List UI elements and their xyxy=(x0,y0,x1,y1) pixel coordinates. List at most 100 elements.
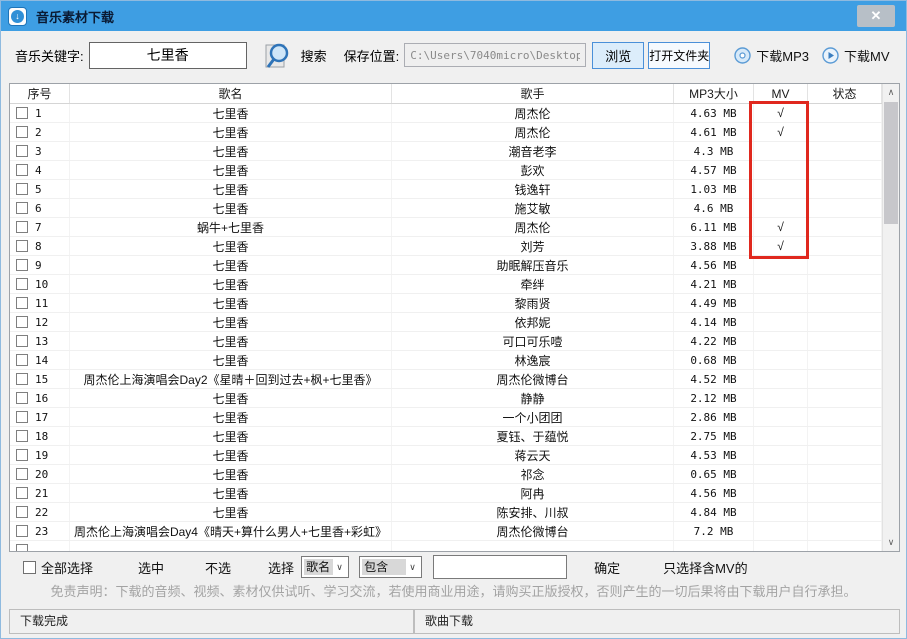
open-folder-button[interactable]: 打开文件夹 xyxy=(648,42,710,69)
table-row[interactable]: 6七里香施艾敏4.6 MB xyxy=(10,199,882,218)
scroll-down-icon[interactable]: ∨ xyxy=(883,534,899,551)
row-number: 19 xyxy=(35,449,48,462)
mp3-size-cell: 1.03 MB xyxy=(674,180,754,198)
row-checkbox[interactable] xyxy=(16,468,28,480)
row-checkbox[interactable] xyxy=(16,297,28,309)
row-checkbox[interactable] xyxy=(16,202,28,214)
mp3-size-cell: 4.3 MB xyxy=(674,142,754,160)
row-checkbox[interactable] xyxy=(16,145,28,157)
table-row[interactable]: 4七里香彭欢4.57 MB xyxy=(10,161,882,180)
row-checkbox[interactable] xyxy=(16,373,28,385)
row-checkbox[interactable] xyxy=(16,221,28,233)
table-row[interactable]: 14七里香林逸宸0.68 MB xyxy=(10,351,882,370)
column-header[interactable]: 状态 xyxy=(808,84,882,103)
row-checkbox[interactable] xyxy=(16,259,28,271)
song-name-cell: 七里香 xyxy=(70,484,392,502)
toolbar: 音乐关键字: 搜索 保存位置: 浏览 打开文件夹 下载MP3 xyxy=(1,31,906,79)
table-row[interactable]: 3七里香潮音老李4.3 MB xyxy=(10,142,882,161)
table-row[interactable]: 18七里香夏钰、于蕴悦2.75 MB xyxy=(10,427,882,446)
singer-cell: 助眠解压音乐 xyxy=(392,256,674,274)
row-checkbox[interactable] xyxy=(16,430,28,442)
table-row[interactable]: 15周杰伦上海演唱会Day2《星晴＋回到过去+枫+七里香》周杰伦微博台4.52 … xyxy=(10,370,882,389)
table-row[interactable]: 21七里香阿冉4.56 MB xyxy=(10,484,882,503)
singer-cell: 夏钰、于蕴悦 xyxy=(392,427,674,445)
row-checkbox[interactable] xyxy=(16,487,28,499)
field-dropdown-value: 歌名 xyxy=(304,559,333,575)
unpick-button[interactable]: 不选 xyxy=(205,558,231,577)
confirm-button[interactable]: 确定 xyxy=(594,558,620,577)
table-row[interactable]: 12七里香依邦妮4.14 MB xyxy=(10,313,882,332)
row-checkbox[interactable] xyxy=(16,544,28,551)
table-row[interactable]: 19七里香蒋云天4.53 MB xyxy=(10,446,882,465)
row-checkbox[interactable] xyxy=(16,107,28,119)
scrollbar-thumb[interactable] xyxy=(884,102,898,224)
singer-cell: 周杰伦 xyxy=(392,218,674,236)
table-row[interactable]: 17七里香一个小团团2.86 MB xyxy=(10,408,882,427)
window-title: 音乐素材下载 xyxy=(36,7,114,26)
row-checkbox[interactable] xyxy=(16,316,28,328)
table-row[interactable]: 22七里香陈安排、川叔4.84 MB xyxy=(10,503,882,522)
vertical-scrollbar[interactable]: ∧ ∨ xyxy=(882,84,899,551)
table-row[interactable]: 10七里香牵绊4.21 MB xyxy=(10,275,882,294)
field-dropdown[interactable]: 歌名 ∨ xyxy=(301,556,349,578)
column-header[interactable]: 歌名 xyxy=(70,84,392,103)
row-index-cell: 2 xyxy=(10,123,70,141)
row-checkbox[interactable] xyxy=(16,411,28,423)
row-checkbox[interactable] xyxy=(16,506,28,518)
row-index-cell: 9 xyxy=(10,256,70,274)
table-row[interactable]: 16七里香静静2.12 MB xyxy=(10,389,882,408)
row-index-cell: 16 xyxy=(10,389,70,407)
table-row[interactable]: 2七里香周杰伦4.61 MB√ xyxy=(10,123,882,142)
mv-flag-cell xyxy=(754,332,808,350)
row-checkbox[interactable] xyxy=(16,183,28,195)
choose-label: 选择 xyxy=(268,558,294,577)
filter-text-input[interactable] xyxy=(433,555,567,579)
close-button[interactable]: ✕ xyxy=(857,5,895,27)
search-button[interactable] xyxy=(261,39,295,71)
mv-flag-cell xyxy=(754,294,808,312)
singer-cell: 祁念 xyxy=(392,465,674,483)
row-checkbox[interactable] xyxy=(16,354,28,366)
row-checkbox[interactable] xyxy=(16,525,28,537)
row-checkbox[interactable] xyxy=(16,126,28,138)
row-checkbox[interactable] xyxy=(16,164,28,176)
table-row[interactable]: 9七里香助眠解压音乐4.56 MB xyxy=(10,256,882,275)
song-name-cell: 七里香 xyxy=(70,237,392,255)
mp3-size-cell: 4.14 MB xyxy=(674,313,754,331)
scroll-up-icon[interactable]: ∧ xyxy=(883,84,899,101)
table-row[interactable]: 20七里香祁念0.65 MB xyxy=(10,465,882,484)
song-name-cell: 七里香 xyxy=(70,142,392,160)
column-header[interactable]: MP3大小 xyxy=(674,84,754,103)
select-all-checkbox[interactable] xyxy=(23,561,36,574)
mp3-size-cell: 4.84 MB xyxy=(674,503,754,521)
column-header[interactable]: MV xyxy=(754,84,808,103)
table-row[interactable]: 8七里香刘芳3.88 MB√ xyxy=(10,237,882,256)
row-checkbox[interactable] xyxy=(16,392,28,404)
browse-button[interactable]: 浏览 xyxy=(592,42,644,69)
song-name-cell: 七里香 xyxy=(70,294,392,312)
table-row[interactable]: 11七里香黎雨贤4.49 MB xyxy=(10,294,882,313)
download-mv-button[interactable]: 下载MV xyxy=(822,46,890,65)
row-checkbox[interactable] xyxy=(16,335,28,347)
column-header[interactable]: 序号 xyxy=(10,84,70,103)
pick-button[interactable]: 选中 xyxy=(138,558,164,577)
save-path-input[interactable] xyxy=(404,43,586,67)
row-checkbox[interactable] xyxy=(16,240,28,252)
row-index-cell: 10 xyxy=(10,275,70,293)
table-row[interactable]: 23周杰伦上海演唱会Day4《晴天+算什么男人+七里香+彩虹》周杰伦微博台7.2… xyxy=(10,522,882,541)
table-row[interactable]: 1七里香周杰伦4.63 MB√ xyxy=(10,104,882,123)
row-checkbox[interactable] xyxy=(16,449,28,461)
table-row[interactable]: 13七里香可口可乐噎4.22 MB xyxy=(10,332,882,351)
column-header[interactable]: 歌手 xyxy=(392,84,674,103)
table-row[interactable]: 5七里香钱逸轩1.03 MB xyxy=(10,180,882,199)
row-checkbox[interactable] xyxy=(16,278,28,290)
singer-cell: 周杰伦微博台 xyxy=(392,370,674,388)
download-mp3-button[interactable]: 下载MP3 xyxy=(734,46,809,65)
only-select-mv-button[interactable]: 只选择含MV的 xyxy=(663,558,748,577)
keyword-input[interactable] xyxy=(89,42,247,69)
row-number: 1 xyxy=(35,107,42,120)
song-name-cell: 周杰伦上海演唱会Day2《星晴＋回到过去+枫+七里香》 xyxy=(70,370,392,388)
row-number: 7 xyxy=(35,221,42,234)
table-row[interactable]: 7蜗牛+七里香周杰伦6.11 MB√ xyxy=(10,218,882,237)
operator-dropdown[interactable]: 包含 ∨ xyxy=(359,556,422,578)
